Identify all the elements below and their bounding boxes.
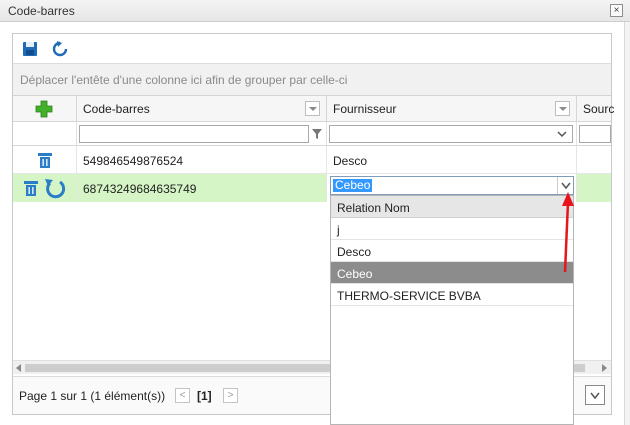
dropdown-item-label: Desco <box>337 245 372 259</box>
supplier-combo-value: Cebeo <box>333 178 373 192</box>
filter-source <box>577 122 611 146</box>
window-titlebar: Code-barres × <box>0 0 630 22</box>
supplier-filter-select[interactable] <box>329 125 573 143</box>
add-icon[interactable] <box>35 100 53 118</box>
source-cell[interactable] <box>577 174 611 202</box>
undo-icon[interactable] <box>44 177 66 199</box>
filter-actions <box>13 122 77 146</box>
source-filter-input[interactable] <box>579 125 611 143</box>
barcode-cell[interactable]: 549846549876524 <box>77 146 327 174</box>
dropdown-header-label: Relation Nom <box>337 201 410 215</box>
chevron-down-icon <box>561 182 571 190</box>
header-source-label: Sourc <box>583 102 615 116</box>
filter-supplier <box>327 122 577 146</box>
dropdown-item[interactable]: THERMO-SERVICE BVBA <box>331 284 573 306</box>
grid-toolbar <box>13 34 611 64</box>
trash-icon[interactable] <box>37 152 53 169</box>
pager-summary: Page 1 sur 1 (1 élément(s)) <box>19 389 166 403</box>
page-size-select[interactable] <box>585 385 605 405</box>
column-menu-icon[interactable] <box>555 101 570 116</box>
header-barcode-label: Code-barres <box>83 102 150 116</box>
supplier-value: Desco <box>333 154 368 168</box>
column-menu-icon[interactable] <box>305 101 320 116</box>
filter-barcode <box>77 122 327 146</box>
chevron-down-icon <box>557 131 567 138</box>
dropdown-item-selected[interactable]: Cebeo <box>331 262 573 284</box>
close-icon[interactable]: × <box>610 4 623 17</box>
header-barcode[interactable]: Code-barres <box>77 96 327 122</box>
trash-icon[interactable] <box>23 180 39 197</box>
chevron-down-icon <box>590 392 600 400</box>
header-source[interactable]: Sourc <box>577 96 615 122</box>
scroll-left-icon[interactable] <box>16 364 22 372</box>
refresh-icon[interactable] <box>51 40 69 58</box>
header-actions <box>13 96 77 122</box>
dropdown-item-label: Cebeo <box>337 267 373 281</box>
row-actions <box>13 146 77 174</box>
supplier-cell[interactable]: Desco <box>327 146 577 174</box>
source-cell[interactable] <box>577 146 611 174</box>
header-supplier-label: Fournisseur <box>333 102 397 116</box>
filter-icon[interactable] <box>311 128 323 140</box>
barcode-value: 68743249684635749 <box>83 182 197 196</box>
supplier-combo-editor[interactable]: Cebeo <box>330 176 574 195</box>
dropdown-item-label: THERMO-SERVICE BVBA <box>337 289 481 303</box>
current-page: [1] <box>197 389 212 403</box>
header-supplier[interactable]: Fournisseur <box>327 96 577 122</box>
dropdown-header: Relation Nom <box>331 196 573 218</box>
background-strip <box>624 22 630 425</box>
save-icon[interactable] <box>21 40 39 58</box>
group-drop-zone[interactable]: Déplacer l'entête d'une colonne ici afin… <box>13 64 611 96</box>
dropdown-item[interactable]: j <box>331 218 573 240</box>
barcode-filter-input[interactable] <box>79 125 309 143</box>
dropdown-item[interactable]: Desco <box>331 240 573 262</box>
supplier-dropdown-list: Relation Nom j Desco Cebeo THERMO-SERVIC… <box>330 195 574 425</box>
window-title: Code-barres <box>8 4 75 18</box>
group-hint: Déplacer l'entête d'une colonne ici afin… <box>20 73 348 87</box>
barcode-value: 549846549876524 <box>83 154 184 168</box>
row-actions <box>13 174 77 202</box>
dropdown-item-label: j <box>337 223 340 237</box>
prev-page-button[interactable]: < <box>175 388 190 403</box>
annotation-arrow-icon <box>562 192 574 273</box>
barcode-cell[interactable]: 68743249684635749 <box>77 174 327 202</box>
table-row[interactable]: 549846549876524 Desco <box>13 146 611 174</box>
scroll-right-icon[interactable] <box>601 364 607 372</box>
next-page-button[interactable]: > <box>223 388 238 403</box>
